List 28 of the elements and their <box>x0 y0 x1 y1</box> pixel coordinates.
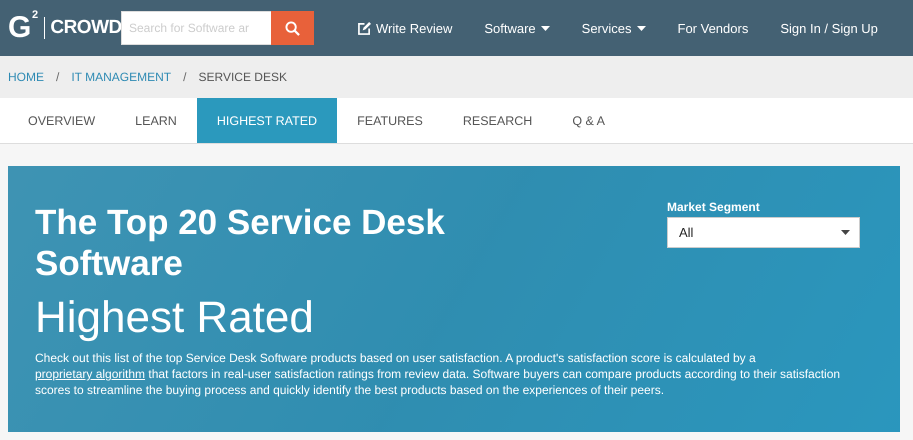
market-segment-select[interactable]: All <box>667 217 860 248</box>
search-icon <box>285 20 300 36</box>
breadcrumb-separator: / <box>183 70 186 84</box>
breadcrumb-link[interactable]: HOME <box>8 70 44 84</box>
current-page-label: SERVICE DESK <box>198 70 287 84</box>
page-title: The Top 20 Service Desk Software <box>35 202 446 284</box>
tab[interactable]: RESEARCH <box>442 98 552 143</box>
caret-icon <box>540 26 550 30</box>
logo-superscript: 2 <box>32 9 38 21</box>
filter-label: Market Segment <box>667 200 761 214</box>
breadcrumb-separator: / <box>56 70 60 84</box>
nav-link[interactable]: Sign In / Sign Up <box>764 20 894 36</box>
nav-link[interactable]: Write Review <box>342 20 468 36</box>
nav-link[interactable]: For Vendors <box>662 20 764 36</box>
nav-link[interactable]: Services <box>566 20 662 36</box>
tab[interactable]: Q & A <box>552 98 625 143</box>
tab[interactable]: LEARN <box>115 98 197 143</box>
tab[interactable]: OVERVIEW <box>8 98 116 143</box>
nav-link[interactable]: Software <box>468 20 566 36</box>
description: Check out this list of the top Service Desk Software products based on user satisfaction. A product's satisfaction score is calculated by a proprietary algorithm that factors in real-user satisfaction ratings from review data. Software buyers can compare products according to their satisfaction scores to streamline the buying process and quickly identify the best products based on the experiences of their peers. <box>35 350 842 398</box>
page-subtitle: Highest Rated <box>35 292 315 344</box>
caret-icon <box>841 230 850 235</box>
tab[interactable]: FEATURES <box>337 98 443 143</box>
caret-icon <box>636 26 646 30</box>
algorithm-link[interactable]: proprietary algorithm <box>35 367 146 381</box>
search-button[interactable] <box>271 11 314 45</box>
edit-icon <box>358 22 371 34</box>
breadcrumb-link[interactable]: IT MANAGEMENT <box>71 70 172 84</box>
